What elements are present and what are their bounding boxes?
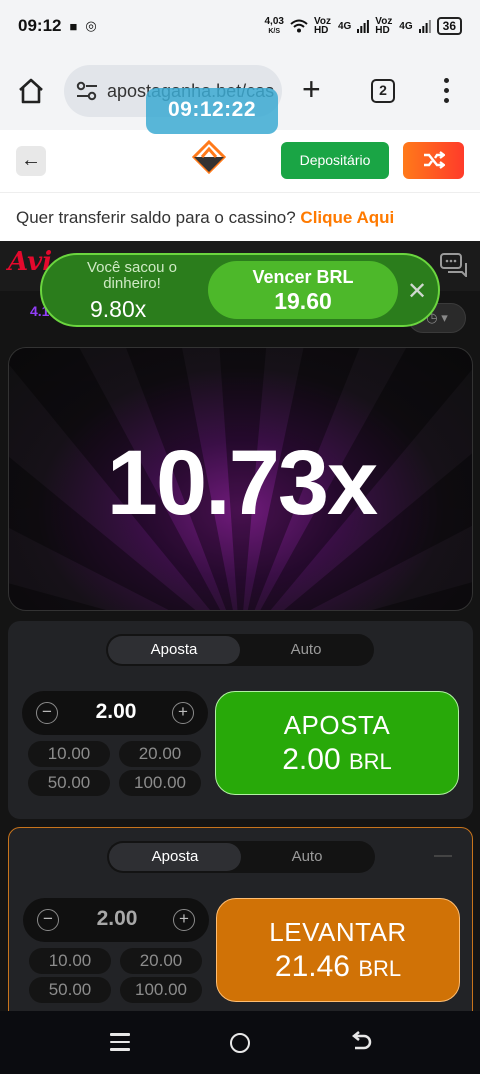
battery-icon: 36 — [436, 17, 462, 35]
back-button[interactable]: ← — [16, 146, 46, 176]
cashout-notification: Você sacou o dinheiro! 9.80x Vencer BRL … — [40, 253, 440, 327]
cashout-message: Você sacou o dinheiro! — [86, 259, 178, 292]
chat-icon[interactable] — [440, 253, 468, 277]
stake-value[interactable]: 2.00 — [72, 700, 160, 724]
whatsapp-icon: ◎ — [85, 18, 97, 33]
cashout-multiplier: 9.80x — [90, 296, 147, 322]
remove-panel-button[interactable] — [434, 855, 452, 857]
stake-stepper: − 2.00 + — [23, 898, 209, 942]
cashout-button-amount-line: 21.46 BRL — [217, 950, 459, 984]
quick-stake-button[interactable]: 100.00 — [119, 770, 201, 796]
place-bet-button[interactable]: APOSTA 2.00 BRL — [215, 691, 459, 795]
random-game-button[interactable] — [403, 142, 464, 179]
cashout-button-currency: BRL — [358, 956, 402, 981]
sim2-network: 4G — [399, 20, 413, 32]
wifi-icon — [290, 19, 308, 33]
site-header: ← Depositário — [0, 130, 480, 192]
transfer-link[interactable]: Clique Aqui — [300, 208, 394, 227]
aviator-game: Avi 4.1 ◷ ▾ 10.73x Aposta Auto − 2.00 + … — [0, 241, 480, 1025]
cashout-button-amount: 21.46 — [274, 950, 350, 983]
site-settings-icon[interactable] — [76, 81, 98, 101]
chevron-down-icon: ▾ — [441, 310, 448, 325]
quick-stake-button[interactable]: 20.00 — [119, 741, 201, 767]
decrease-stake-button[interactable]: − — [37, 909, 59, 931]
tab-auto[interactable]: Auto — [241, 843, 373, 871]
win-label: Vencer BRL — [252, 267, 354, 287]
signal-icon — [357, 19, 370, 33]
tab-switcher-button[interactable]: 2 — [371, 79, 395, 103]
bet-button-label: APOSTA — [283, 710, 391, 740]
quick-stake-button[interactable]: 10.00 — [28, 741, 110, 767]
transfer-balance-bar: Quer transferir saldo para o cassino? Cl… — [0, 192, 480, 241]
increase-stake-button[interactable]: + — [173, 909, 195, 931]
video-camera-icon: ■ — [69, 18, 78, 34]
recent-apps-icon[interactable] — [110, 1033, 130, 1053]
bet-mode-switch: Aposta Auto — [106, 634, 374, 666]
bet-mode-switch: Aposta Auto — [107, 841, 375, 873]
home-icon[interactable] — [16, 76, 46, 106]
transfer-text: Quer transferir saldo para o cassino? — [16, 208, 301, 227]
back-nav-icon[interactable] — [350, 1030, 372, 1054]
bet-panel-1: Aposta Auto − 2.00 + 10.00 20.00 50.00 1… — [8, 621, 473, 819]
site-logo[interactable] — [192, 140, 226, 174]
quick-stake-button[interactable]: 20.00 — [120, 948, 202, 974]
status-indicators: 4,03 K/S Voz HD 4G Voz HD 4G 36 — [264, 15, 462, 36]
bet-button-amount-line: 2.00 BRL — [216, 743, 458, 777]
win-badge: Vencer BRL 19.60 — [208, 261, 398, 319]
status-bar: 09:12 ■ ◎ 4,03 K/S Voz HD 4G Voz HD 4G 3… — [0, 0, 480, 52]
cashout-button-label: LEVANTAR — [269, 917, 407, 947]
system-nav-bar — [0, 1011, 480, 1074]
signal-icon — [418, 19, 431, 33]
win-amount: 19.60 — [274, 288, 332, 314]
bet-button-amount: 2.00 — [282, 743, 341, 776]
sim1-network: 4G — [337, 20, 352, 32]
net-speed: 4,03 K/S — [264, 15, 284, 36]
quick-stake-button[interactable]: 50.00 — [29, 977, 111, 1003]
quick-stake-button[interactable]: 10.00 — [29, 948, 111, 974]
screen: 09:12 ■ ◎ 4,03 K/S Voz HD 4G Voz HD 4G 3… — [0, 0, 480, 1074]
cashout-button[interactable]: LEVANTAR 21.46 BRL — [216, 898, 460, 1002]
decrease-stake-button[interactable]: − — [36, 702, 58, 724]
clock-overlay: 09:12:22 — [146, 88, 278, 134]
quick-stake-button[interactable]: 100.00 — [120, 977, 202, 1003]
game-screen: 10.73x — [8, 347, 473, 611]
quick-stake-button[interactable]: 50.00 — [28, 770, 110, 796]
bet-button-currency: BRL — [348, 749, 392, 774]
tab-aposta[interactable]: Aposta — [109, 843, 241, 871]
more-menu-icon[interactable] — [441, 78, 451, 106]
tab-auto[interactable]: Auto — [240, 636, 372, 664]
sim2-label: Voz HD — [375, 16, 393, 36]
net-speed-unit: K/S — [268, 27, 281, 35]
stake-stepper: − 2.00 + — [22, 691, 208, 735]
current-multiplier: 10.73x — [106, 432, 378, 534]
close-icon[interactable]: ✕ — [407, 277, 427, 306]
new-tab-button[interactable]: + — [302, 73, 321, 105]
tab-aposta[interactable]: Aposta — [108, 636, 240, 664]
sim1-label: Voz HD — [313, 16, 331, 36]
bet-panel-2: Aposta Auto − 2.00 + 10.00 20.00 50.00 1… — [8, 827, 473, 1025]
shuffle-icon — [423, 151, 446, 169]
stake-value[interactable]: 2.00 — [73, 907, 161, 931]
home-nav-icon[interactable] — [230, 1033, 250, 1053]
increase-stake-button[interactable]: + — [172, 702, 194, 724]
deposit-button[interactable]: Depositário — [281, 142, 389, 179]
net-speed-value: 4,03 — [264, 15, 284, 27]
status-time: 09:12 — [18, 16, 62, 35]
